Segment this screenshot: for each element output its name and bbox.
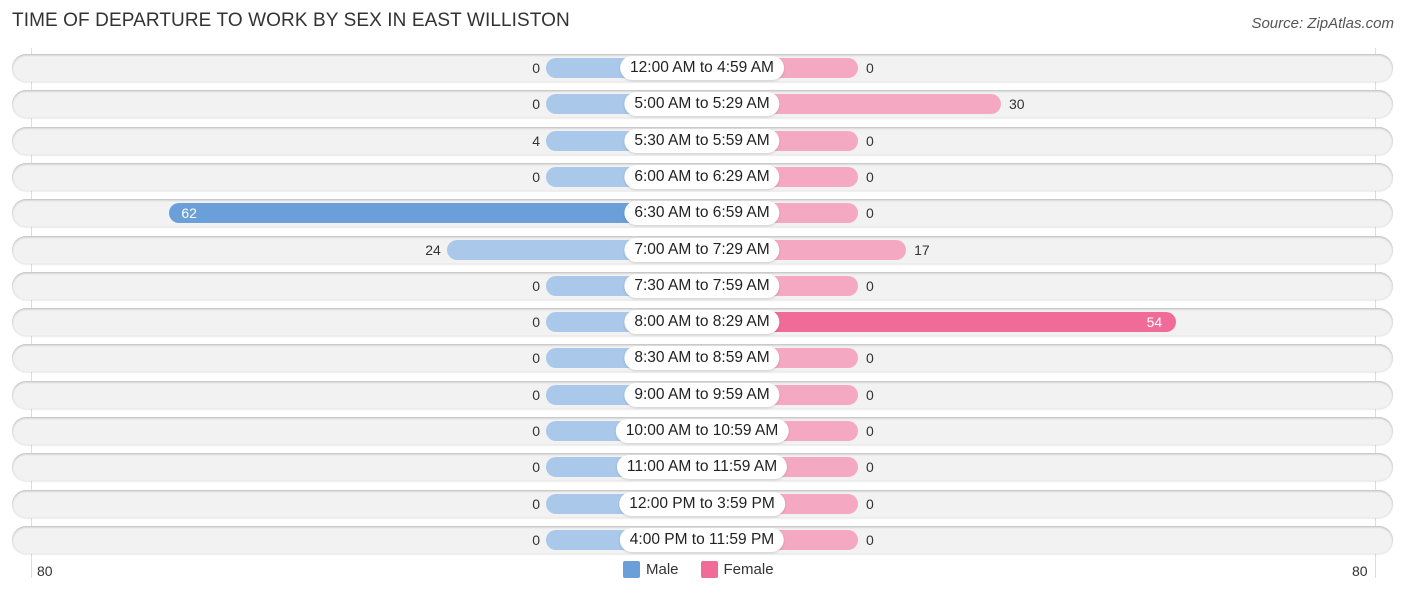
category-label: 5:30 AM to 5:59 AM <box>624 128 780 153</box>
value-label-male: 0 <box>532 459 540 476</box>
value-label-female: 0 <box>866 423 874 439</box>
category-label: 11:00 AM to 11:59 AM <box>616 455 788 480</box>
value-label-female: 0 <box>866 277 874 294</box>
value-label-male: 0 <box>532 168 540 185</box>
value-label-male: 24 <box>425 241 441 258</box>
value-label-female: 0 <box>866 531 874 548</box>
left-axis-tick: 80 <box>37 563 53 579</box>
category-label: 12:00 AM to 4:59 AM <box>620 56 784 80</box>
legend-male-label: Male <box>646 561 679 578</box>
value-label-male: 0 <box>532 96 540 113</box>
right-axis-tick: 80 <box>1352 563 1368 579</box>
legend-female-swatch <box>700 561 718 578</box>
source-label: Source: ZipAtlas.com <box>1251 15 1394 32</box>
category-label: 5:00 AM to 5:29 AM <box>624 92 780 117</box>
category-label: 4:00 PM to 11:59 PM <box>619 527 785 552</box>
legend-male-swatch <box>623 561 640 578</box>
value-label-male: 0 <box>532 60 540 76</box>
value-label-female: 0 <box>866 132 874 149</box>
value-label-female: 0 <box>866 459 874 476</box>
legend: Male Female <box>623 561 774 578</box>
bar-male <box>169 203 702 224</box>
value-label-male: 0 <box>532 531 540 548</box>
category-label: 10:00 AM to 10:59 AM <box>615 419 789 443</box>
category-label: 7:00 AM to 7:29 AM <box>624 237 780 262</box>
category-label: 8:00 AM to 8:29 AM <box>624 310 780 335</box>
value-label-female: 30 <box>1009 96 1025 113</box>
value-label-male: 0 <box>532 423 540 439</box>
value-label-female: 17 <box>914 241 930 258</box>
value-label-male: 0 <box>532 350 540 367</box>
value-label-male: 0 <box>532 495 540 512</box>
value-label-male: 0 <box>532 277 540 294</box>
value-label-female: 0 <box>866 168 874 185</box>
value-label-female: 0 <box>866 205 874 222</box>
value-label-male: 4 <box>532 132 540 149</box>
value-label-female: 0 <box>866 60 874 76</box>
category-label: 12:00 PM to 3:59 PM <box>619 491 785 516</box>
chart-title: TIME OF DEPARTURE TO WORK BY SEX IN EAST… <box>12 10 570 31</box>
value-label-female: 0 <box>866 495 874 512</box>
category-label: 9:00 AM to 9:59 AM <box>624 382 780 407</box>
category-label: 7:30 AM to 7:59 AM <box>624 273 780 298</box>
value-label-male: 62 <box>181 205 197 222</box>
value-label-female: 0 <box>866 386 874 403</box>
category-label: 6:30 AM to 6:59 AM <box>624 201 780 226</box>
category-label: 8:30 AM to 8:59 AM <box>624 346 780 371</box>
legend-female-label: Female <box>723 561 774 578</box>
value-label-female: 0 <box>866 350 874 367</box>
value-label-female: 54 <box>1146 314 1163 331</box>
value-label-male: 0 <box>532 386 540 403</box>
category-label: 6:00 AM to 6:29 AM <box>624 164 780 189</box>
value-label-male: 0 <box>532 314 540 331</box>
